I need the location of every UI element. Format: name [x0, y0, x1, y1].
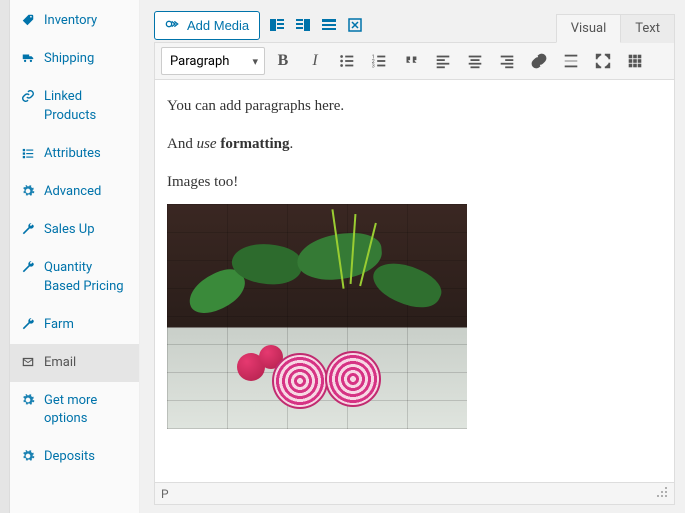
layout-icon-1[interactable]: [268, 16, 286, 34]
align-center-button[interactable]: [461, 47, 489, 75]
editor-statusbar: P: [155, 482, 674, 504]
align-left-button[interactable]: [429, 47, 457, 75]
text-span: And: [167, 136, 197, 152]
sidebar-item-label: Farm: [44, 316, 129, 334]
editor-mode-tabs: Visual Text: [556, 14, 675, 43]
tab-text[interactable]: Text: [621, 14, 675, 43]
sidebar-item-label: Inventory: [44, 12, 129, 30]
element-path[interactable]: P: [161, 487, 169, 501]
editor-panel: Add Media Visual Text Paragraph B I 123: [140, 0, 685, 513]
add-media-label: Add Media: [187, 18, 249, 33]
tag-icon: [20, 12, 36, 28]
list-icon: [20, 145, 36, 161]
sidebar-item-label: Quantity Based Pricing: [44, 259, 129, 295]
tab-visual[interactable]: Visual: [556, 14, 622, 43]
gear-icon: [20, 392, 36, 408]
sidebar-item-quantity-pricing[interactable]: Quantity Based Pricing: [10, 249, 139, 305]
content-paragraph: You can add paragraphs here.: [167, 94, 662, 118]
sidebar-item-shipping[interactable]: Shipping: [10, 40, 139, 78]
sidebar-item-advanced[interactable]: Advanced: [10, 173, 139, 211]
bold-button[interactable]: B: [269, 47, 297, 75]
sidebar-item-inventory[interactable]: Inventory: [10, 2, 139, 40]
inserted-image[interactable]: [167, 204, 467, 429]
toolbar-toggle-button[interactable]: [621, 47, 649, 75]
italic-text: use: [197, 136, 217, 152]
sidebar-item-label: Deposits: [44, 448, 129, 466]
numbered-list-button[interactable]: 123: [365, 47, 393, 75]
sidebar-item-deposits[interactable]: Deposits: [10, 438, 139, 476]
layout-icon-4[interactable]: [346, 16, 364, 34]
sidebar-item-linked-products[interactable]: Linked Products: [10, 78, 139, 134]
media-icon: [165, 17, 181, 34]
sidebar-item-get-more-options[interactable]: Get more options: [10, 382, 139, 438]
editor-topbar: Add Media Visual Text: [154, 8, 675, 42]
sidebar-item-attributes[interactable]: Attributes: [10, 135, 139, 173]
align-right-button[interactable]: [493, 47, 521, 75]
sidebar-item-label: Advanced: [44, 183, 129, 201]
italic-button[interactable]: I: [301, 47, 329, 75]
link-button[interactable]: [525, 47, 553, 75]
sidebar-item-farm[interactable]: Farm: [10, 306, 139, 344]
mail-icon: [20, 354, 36, 370]
bullet-list-button[interactable]: [333, 47, 361, 75]
scroll-gutter: [0, 0, 10, 513]
sidebar-item-label: Attributes: [44, 145, 129, 163]
gear-icon: [20, 448, 36, 464]
editor-content[interactable]: You can add paragraphs here. And use for…: [155, 80, 674, 482]
wrench-icon: [20, 259, 36, 275]
sidebar-item-label: Get more options: [44, 392, 129, 428]
text-span: .: [290, 136, 294, 152]
svg-text:3: 3: [372, 63, 375, 69]
sidebar-item-email[interactable]: Email: [10, 344, 139, 382]
product-data-sidebar: Inventory Shipping Linked Products Attri…: [10, 0, 140, 513]
wrench-icon: [20, 221, 36, 237]
add-media-button[interactable]: Add Media: [154, 11, 260, 40]
gear-icon: [20, 183, 36, 199]
wrench-icon: [20, 316, 36, 332]
blockquote-button[interactable]: [397, 47, 425, 75]
wysiwyg-editor: Paragraph B I 123 You can add paragraphs…: [154, 42, 675, 505]
sidebar-item-label: Email: [44, 354, 129, 372]
editor-toolbar: Paragraph B I 123: [155, 43, 674, 80]
format-select-value: Paragraph: [170, 54, 229, 69]
fullscreen-button[interactable]: [589, 47, 617, 75]
layout-icon-3[interactable]: [320, 16, 338, 34]
layout-icon-2[interactable]: [294, 16, 312, 34]
sidebar-item-sales-up[interactable]: Sales Up: [10, 211, 139, 249]
sidebar-item-label: Linked Products: [44, 88, 129, 124]
resize-grip[interactable]: [656, 486, 668, 501]
format-select[interactable]: Paragraph: [161, 47, 265, 75]
link-icon: [20, 88, 36, 104]
bold-text: formatting: [220, 136, 289, 152]
content-paragraph: Images too!: [167, 170, 662, 194]
sidebar-item-label: Sales Up: [44, 221, 129, 239]
sidebar-item-label: Shipping: [44, 50, 129, 68]
read-more-button[interactable]: [557, 47, 585, 75]
truck-icon: [20, 50, 36, 66]
content-paragraph: And use formatting.: [167, 132, 662, 156]
